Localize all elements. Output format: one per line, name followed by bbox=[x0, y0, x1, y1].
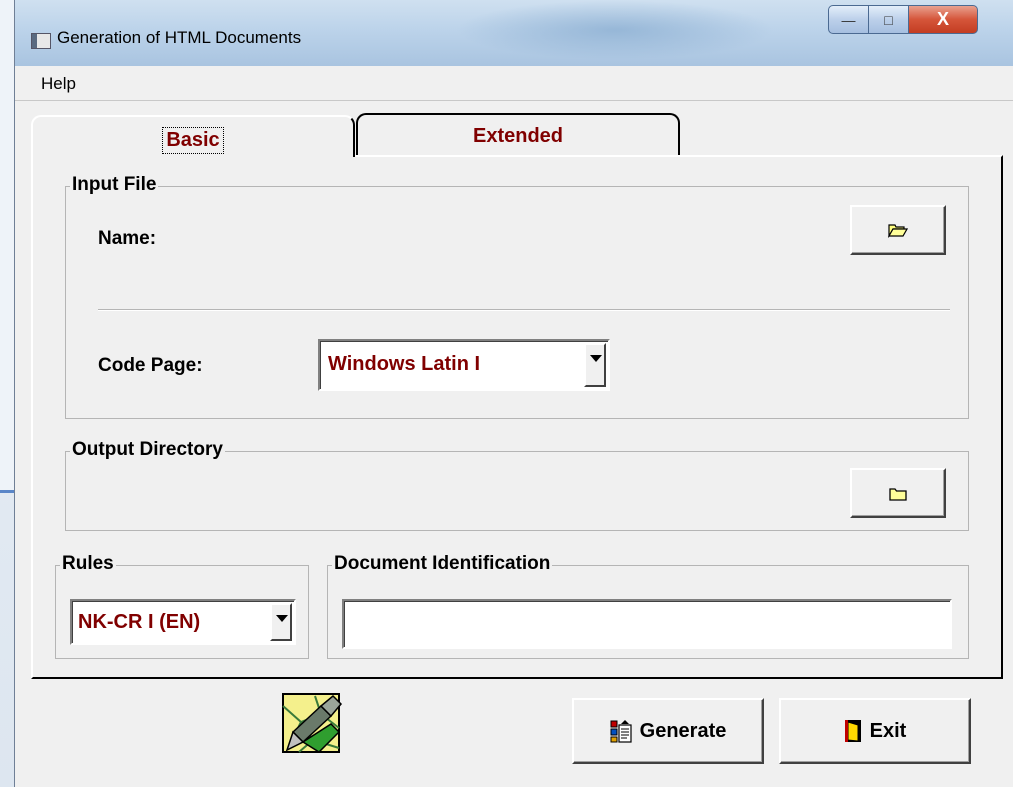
close-icon: X bbox=[936, 9, 949, 29]
exit-button-label: Exit bbox=[869, 719, 907, 742]
menu-item-help[interactable]: Help bbox=[41, 74, 76, 94]
maximize-icon: □ bbox=[884, 11, 893, 28]
code-page-select[interactable]: Windows Latin I bbox=[318, 339, 610, 391]
input-file-group-label: Input File bbox=[70, 174, 159, 196]
document-identification-group-label: Document Identification bbox=[332, 553, 553, 575]
generate-button[interactable]: Generate bbox=[572, 698, 764, 764]
maximize-button[interactable]: □ bbox=[869, 5, 909, 34]
exit-button[interactable]: Exit bbox=[779, 698, 971, 764]
window-title: Generation of HTML Documents bbox=[57, 28, 302, 47]
output-directory-group: Output Directory bbox=[65, 439, 969, 531]
browse-input-file-button[interactable] bbox=[850, 205, 946, 255]
output-directory-group-label: Output Directory bbox=[70, 439, 225, 461]
input-name-label: Name: bbox=[98, 228, 157, 249]
dialog-window: Generation of HTML Documents — □ X Help … bbox=[14, 0, 1013, 787]
code-page-label: Code Page: bbox=[98, 355, 203, 376]
input-file-group: Input File Name: Code Page: Windows Lati… bbox=[65, 174, 969, 419]
rules-group: Rules NK-CR I (EN) bbox=[55, 553, 309, 659]
code-page-dropdown-arrow[interactable] bbox=[584, 343, 606, 387]
document-identification-input[interactable] bbox=[342, 599, 952, 649]
code-page-value: Windows Latin I bbox=[328, 353, 481, 375]
rules-value: NK-CR I (EN) bbox=[78, 611, 201, 633]
logo-icon bbox=[281, 692, 345, 756]
tab-panel-basic: Input File Name: Code Page: Windows Lati… bbox=[31, 155, 1003, 679]
folder-icon bbox=[889, 487, 907, 501]
menu-bar: Help bbox=[15, 66, 1013, 101]
app-icon[interactable] bbox=[31, 33, 51, 49]
tab-basic-label: Basic bbox=[162, 127, 224, 154]
title-watermark bbox=[455, 0, 775, 60]
open-folder-icon bbox=[888, 224, 908, 238]
close-button[interactable]: X bbox=[909, 5, 978, 34]
minimize-button[interactable]: — bbox=[828, 5, 869, 34]
browse-output-directory-button[interactable] bbox=[850, 468, 946, 518]
tab-extended[interactable]: Extended bbox=[356, 113, 680, 157]
exit-door-icon bbox=[844, 720, 861, 742]
rules-group-label: Rules bbox=[60, 553, 116, 575]
tab-basic[interactable]: Basic bbox=[31, 115, 355, 157]
input-file-separator bbox=[98, 309, 950, 311]
rules-select[interactable]: NK-CR I (EN) bbox=[70, 599, 296, 645]
document-identification-group: Document Identification bbox=[327, 553, 969, 659]
tab-extended-label: Extended bbox=[472, 125, 564, 147]
rules-dropdown-arrow[interactable] bbox=[270, 603, 292, 641]
generate-button-label: Generate bbox=[639, 719, 727, 742]
window-controls: — □ X bbox=[828, 5, 978, 35]
title-bar[interactable]: Generation of HTML Documents — □ X bbox=[15, 0, 1013, 66]
generate-icon bbox=[610, 720, 632, 743]
minimize-icon: — bbox=[841, 11, 856, 28]
